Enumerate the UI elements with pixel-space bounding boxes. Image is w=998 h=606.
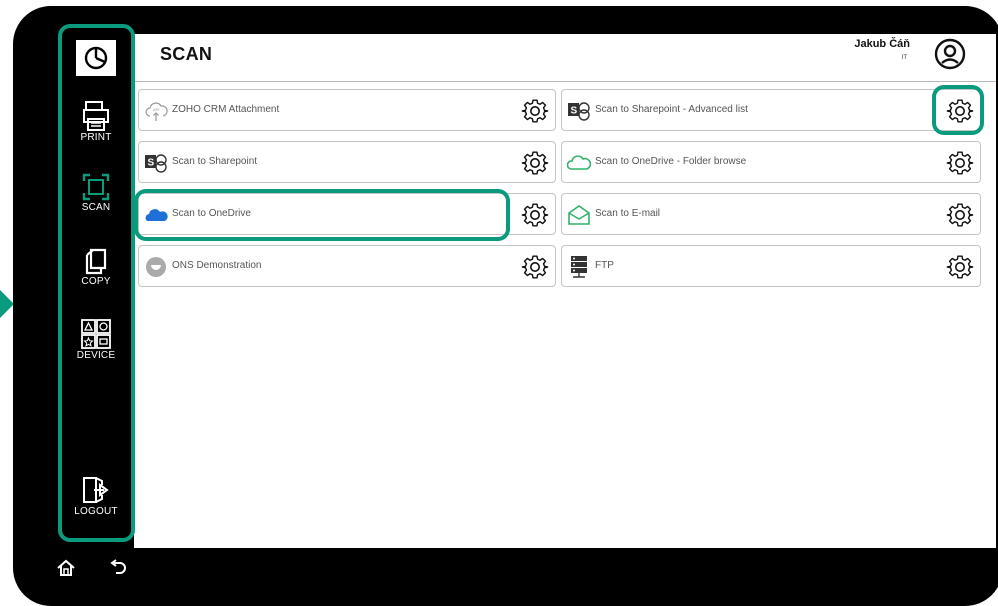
svg-text:S: S xyxy=(571,106,578,117)
app-header: SCAN Jakub Čáň IT xyxy=(134,34,996,82)
tile-label: ONS Demonstration xyxy=(172,260,262,271)
gear-icon[interactable] xyxy=(521,149,549,177)
tile-scan-to-sharepoint[interactable]: S Scan to Sharepoint xyxy=(138,141,556,183)
sharepoint-icon: S xyxy=(568,102,590,121)
tile-label: ZOHO CRM Attachment xyxy=(172,104,280,115)
tile-ftp[interactable]: FTP xyxy=(561,245,981,287)
cloud-outline-icon xyxy=(567,155,591,170)
tile-sharepoint-advanced-list[interactable]: S Scan to Sharepoint - Advanced list xyxy=(561,89,981,131)
svg-text:API: API xyxy=(153,107,159,112)
main-screen: SCAN Jakub Čáň IT API ZOHO CRM Attachmen… xyxy=(134,34,996,548)
user-avatar-icon[interactable] xyxy=(934,38,966,70)
tile-label: FTP xyxy=(595,260,614,271)
email-icon xyxy=(568,205,590,225)
back-icon[interactable] xyxy=(108,558,128,578)
ftp-server-icon xyxy=(571,256,587,278)
ons-icon xyxy=(146,257,166,277)
gear-icon[interactable] xyxy=(946,201,974,229)
gear-icon[interactable] xyxy=(521,253,549,281)
highlight-gear-button xyxy=(932,85,984,135)
gear-icon[interactable] xyxy=(521,97,549,125)
tile-label: Scan to Sharepoint xyxy=(172,156,258,167)
user-name: Jakub Čáň xyxy=(854,38,910,50)
tile-onedrive-folder-browse[interactable]: Scan to OneDrive - Folder browse xyxy=(561,141,981,183)
tile-label: Scan to OneDrive - Folder browse xyxy=(595,156,747,167)
sharepoint-icon: S xyxy=(145,154,167,173)
home-icon[interactable] xyxy=(56,558,76,578)
user-department: IT xyxy=(901,55,907,61)
cloud-api-icon: API xyxy=(145,102,168,121)
tile-zoho-crm-attachment[interactable]: API ZOHO CRM Attachment xyxy=(138,89,556,131)
gear-icon[interactable] xyxy=(946,149,974,177)
gear-icon[interactable] xyxy=(521,201,549,229)
page-title: SCAN xyxy=(160,44,213,64)
highlight-sidebar xyxy=(58,24,135,542)
tile-scan-to-email[interactable]: Scan to E-mail xyxy=(561,193,981,235)
tile-label: Scan to Sharepoint - Advanced list xyxy=(595,104,748,115)
tile-label: Scan to E-mail xyxy=(595,208,661,219)
annotation-arrow-left xyxy=(0,290,14,318)
svg-text:S: S xyxy=(148,158,155,169)
gear-icon[interactable] xyxy=(946,253,974,281)
tile-ons-demonstration[interactable]: ONS Demonstration xyxy=(138,245,556,287)
highlight-onedrive-tile xyxy=(134,189,510,241)
